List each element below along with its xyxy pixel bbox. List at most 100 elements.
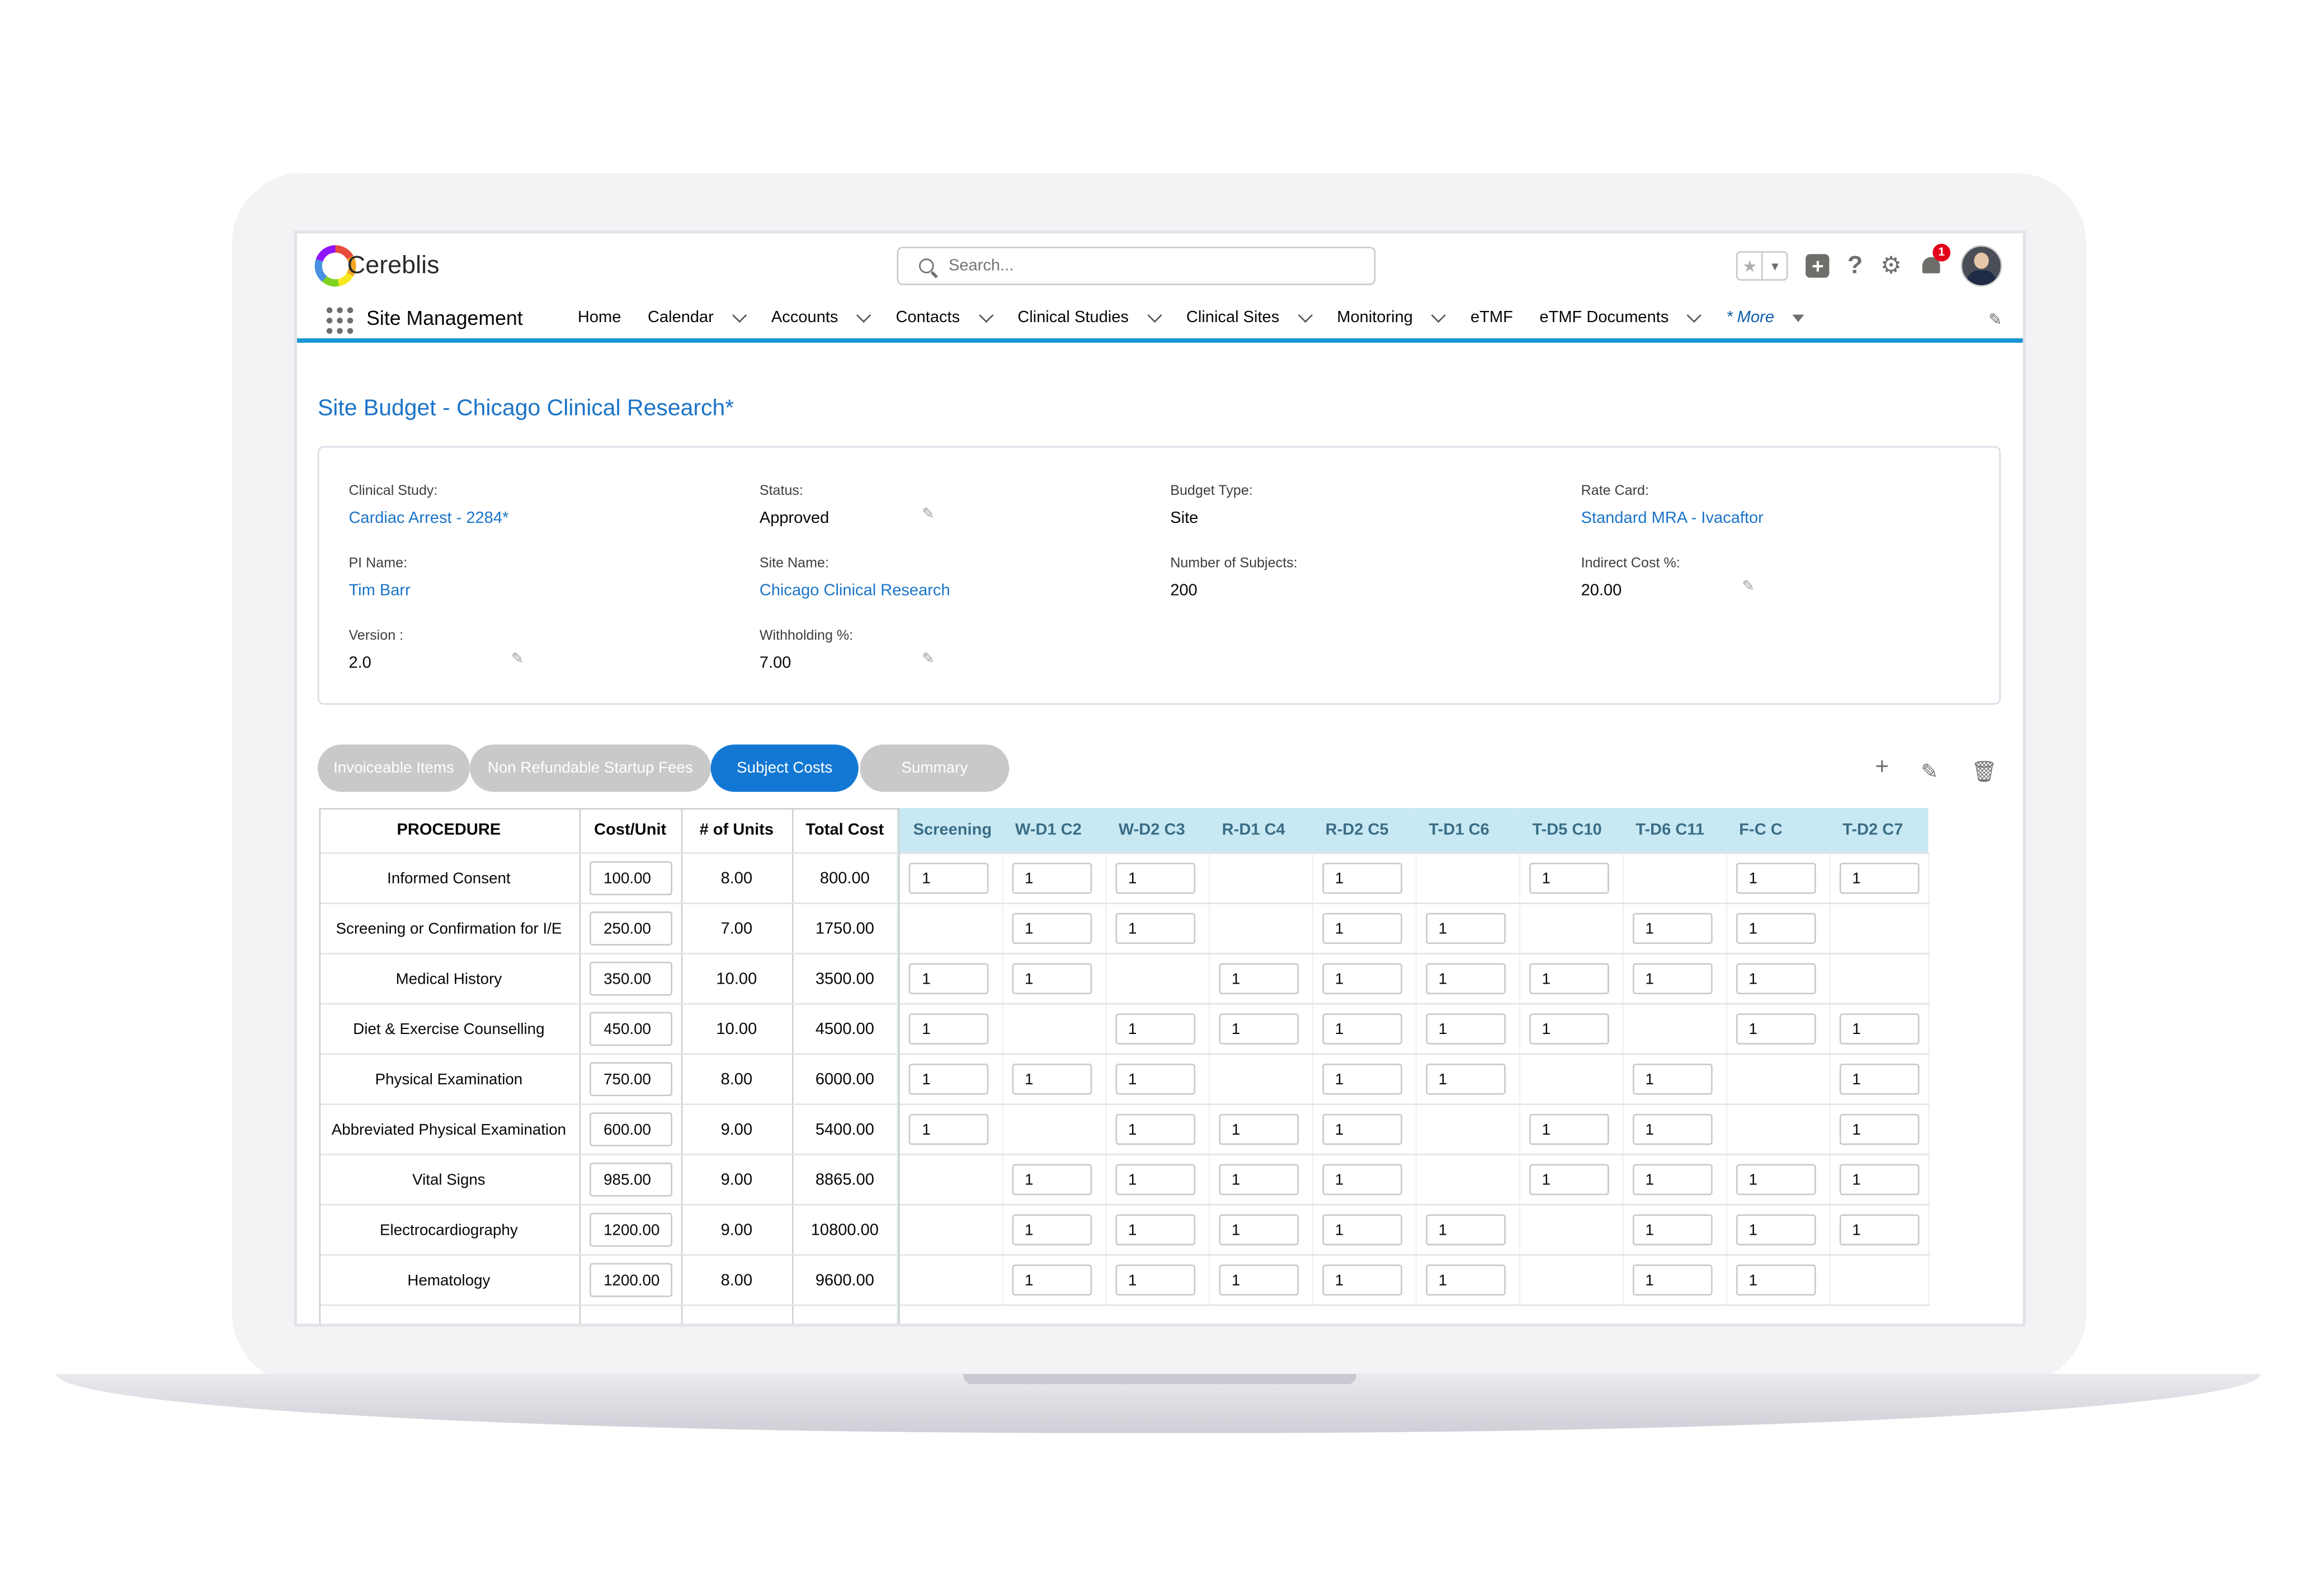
add-row-icon[interactable]: + — [1875, 755, 1889, 782]
cost-per-unit-input[interactable] — [588, 1212, 672, 1247]
visit-quantity-input[interactable] — [1632, 1064, 1712, 1095]
visit-quantity-input[interactable] — [1425, 1214, 1505, 1245]
visit-quantity-input[interactable] — [1011, 913, 1091, 945]
visit-quantity-input[interactable] — [1632, 913, 1712, 945]
col-header-schedule[interactable]: T-D2 C7 — [1829, 808, 1929, 854]
app-launcher-icon[interactable] — [326, 307, 353, 334]
col-header-schedule[interactable]: W-D1 C2 — [1002, 808, 1105, 854]
visit-quantity-input[interactable] — [1839, 1164, 1919, 1196]
chevron-down-icon[interactable] — [856, 307, 871, 322]
col-header-schedule[interactable]: W-D2 C3 — [1105, 808, 1209, 854]
edit-nav-pencil-icon[interactable]: ✎ — [1988, 310, 2002, 329]
tab-non-refundable-startup-fees[interactable]: Non Refundable Startup Fees — [470, 744, 711, 792]
visit-quantity-input[interactable] — [1528, 1013, 1609, 1045]
visit-quantity-input[interactable] — [1322, 862, 1402, 894]
visit-quantity-input[interactable] — [1735, 1164, 1816, 1196]
caret-down-icon[interactable] — [1792, 314, 1804, 322]
cost-per-unit-input[interactable] — [588, 911, 672, 946]
favorites-dropdown-icon[interactable]: ▼ — [1761, 252, 1787, 280]
gear-icon[interactable]: ⚙ — [1880, 251, 1902, 281]
nav-item-calendar[interactable]: Calendar — [648, 307, 747, 327]
chevron-down-icon[interactable] — [1431, 307, 1446, 322]
user-avatar[interactable] — [1960, 245, 2002, 287]
visit-quantity-input[interactable] — [1632, 1113, 1712, 1145]
nav-item-etmf-documents[interactable]: eTMF Documents — [1539, 307, 1702, 327]
visit-quantity-input[interactable] — [1011, 1214, 1091, 1245]
visit-quantity-input[interactable] — [1632, 1164, 1712, 1196]
visit-quantity-input[interactable] — [1322, 1164, 1402, 1196]
chevron-down-icon[interactable] — [1147, 307, 1162, 322]
edit-status-pencil-icon[interactable]: ✎ — [922, 507, 934, 523]
visit-quantity-input[interactable] — [1425, 1013, 1505, 1045]
col-header-schedule[interactable]: T-D1 C6 — [1415, 808, 1519, 854]
visit-quantity-input[interactable] — [1735, 1013, 1816, 1045]
edit-indirect-cost-pencil-icon[interactable]: ✎ — [1742, 579, 1755, 596]
favorites-control[interactable]: ★ ▼ — [1736, 251, 1789, 281]
chevron-down-icon[interactable] — [732, 307, 747, 322]
col-header-cost-per-unit[interactable]: Cost/Unit — [578, 808, 681, 854]
visit-quantity-input[interactable] — [1011, 963, 1091, 994]
global-search[interactable] — [897, 247, 1376, 285]
nav-item-accounts[interactable]: Accounts — [771, 307, 871, 327]
search-input[interactable] — [945, 256, 1365, 276]
visit-quantity-input[interactable] — [1218, 1214, 1298, 1245]
nav-item-etmf[interactable]: eTMF — [1470, 309, 1513, 327]
visit-quantity-input[interactable] — [1528, 1164, 1609, 1196]
chevron-down-icon[interactable] — [1687, 307, 1702, 322]
col-header-schedule[interactable]: F-C C — [1726, 808, 1830, 854]
nav-item-monitoring[interactable]: Monitoring — [1337, 307, 1446, 327]
visit-quantity-input[interactable] — [1115, 862, 1195, 894]
tab-subject-costs[interactable]: Subject Costs — [710, 744, 859, 792]
visit-quantity-input[interactable] — [1735, 1214, 1816, 1245]
edit-withholding-pencil-icon[interactable]: ✎ — [922, 651, 934, 668]
col-header-schedule[interactable]: R-D1 C4 — [1208, 808, 1312, 854]
visit-quantity-input[interactable] — [1839, 862, 1919, 894]
visit-quantity-input[interactable] — [908, 1113, 989, 1145]
cost-per-unit-input[interactable] — [588, 1062, 672, 1097]
cost-per-unit-input[interactable] — [588, 961, 672, 996]
col-header-total-cost[interactable]: Total Cost — [791, 808, 899, 854]
visit-quantity-input[interactable] — [1218, 1164, 1298, 1196]
visit-quantity-input[interactable] — [1528, 1113, 1609, 1145]
visit-quantity-input[interactable] — [1322, 1113, 1402, 1145]
visit-quantity-input[interactable] — [1322, 963, 1402, 994]
visit-quantity-input[interactable] — [1632, 1214, 1712, 1245]
pi-name-link[interactable]: Tim Barr — [348, 582, 410, 600]
col-header-units[interactable]: # of Units — [680, 808, 792, 854]
visit-quantity-input[interactable] — [908, 963, 989, 994]
cost-per-unit-input[interactable] — [588, 1012, 672, 1046]
visit-quantity-input[interactable] — [1632, 963, 1712, 994]
visit-quantity-input[interactable] — [1632, 1264, 1712, 1296]
help-icon[interactable]: ? — [1847, 251, 1863, 281]
visit-quantity-input[interactable] — [1735, 862, 1816, 894]
visit-quantity-input[interactable] — [1839, 1214, 1919, 1245]
delete-trash-icon[interactable]: 🗑 — [1971, 759, 1997, 785]
star-icon[interactable]: ★ — [1738, 253, 1761, 280]
cost-per-unit-input[interactable] — [588, 861, 672, 895]
visit-quantity-input[interactable] — [1425, 1064, 1505, 1095]
visit-quantity-input[interactable] — [1011, 862, 1091, 894]
chevron-down-icon[interactable] — [1298, 307, 1313, 322]
visit-quantity-input[interactable] — [908, 862, 989, 894]
cost-per-unit-input[interactable] — [588, 1163, 672, 1197]
visit-quantity-input[interactable] — [1425, 963, 1505, 994]
visit-quantity-input[interactable] — [908, 1013, 989, 1045]
visit-quantity-input[interactable] — [1115, 1113, 1195, 1145]
visit-quantity-input[interactable] — [1011, 1064, 1091, 1095]
visit-quantity-input[interactable] — [1839, 1113, 1919, 1145]
visit-quantity-input[interactable] — [1322, 913, 1402, 945]
visit-quantity-input[interactable] — [1322, 1264, 1402, 1296]
rate-card-link[interactable]: Standard MRA - Ivacaftor — [1581, 509, 1764, 527]
visit-quantity-input[interactable] — [1115, 1214, 1195, 1245]
visit-quantity-input[interactable] — [1322, 1214, 1402, 1245]
site-name-link[interactable]: Chicago Clinical Research — [760, 582, 950, 600]
visit-quantity-input[interactable] — [1528, 963, 1609, 994]
visit-quantity-input[interactable] — [1839, 1013, 1919, 1045]
visit-quantity-input[interactable] — [1735, 913, 1816, 945]
visit-quantity-input[interactable] — [1322, 1013, 1402, 1045]
col-header-procedure[interactable]: PROCEDURE — [319, 808, 579, 854]
nav-more[interactable]: * More — [1726, 309, 1804, 327]
nav-item-clinical-studies[interactable]: Clinical Studies — [1017, 307, 1162, 327]
col-header-schedule[interactable]: T-D6 C11 — [1622, 808, 1726, 854]
cost-per-unit-input[interactable] — [588, 1112, 672, 1146]
